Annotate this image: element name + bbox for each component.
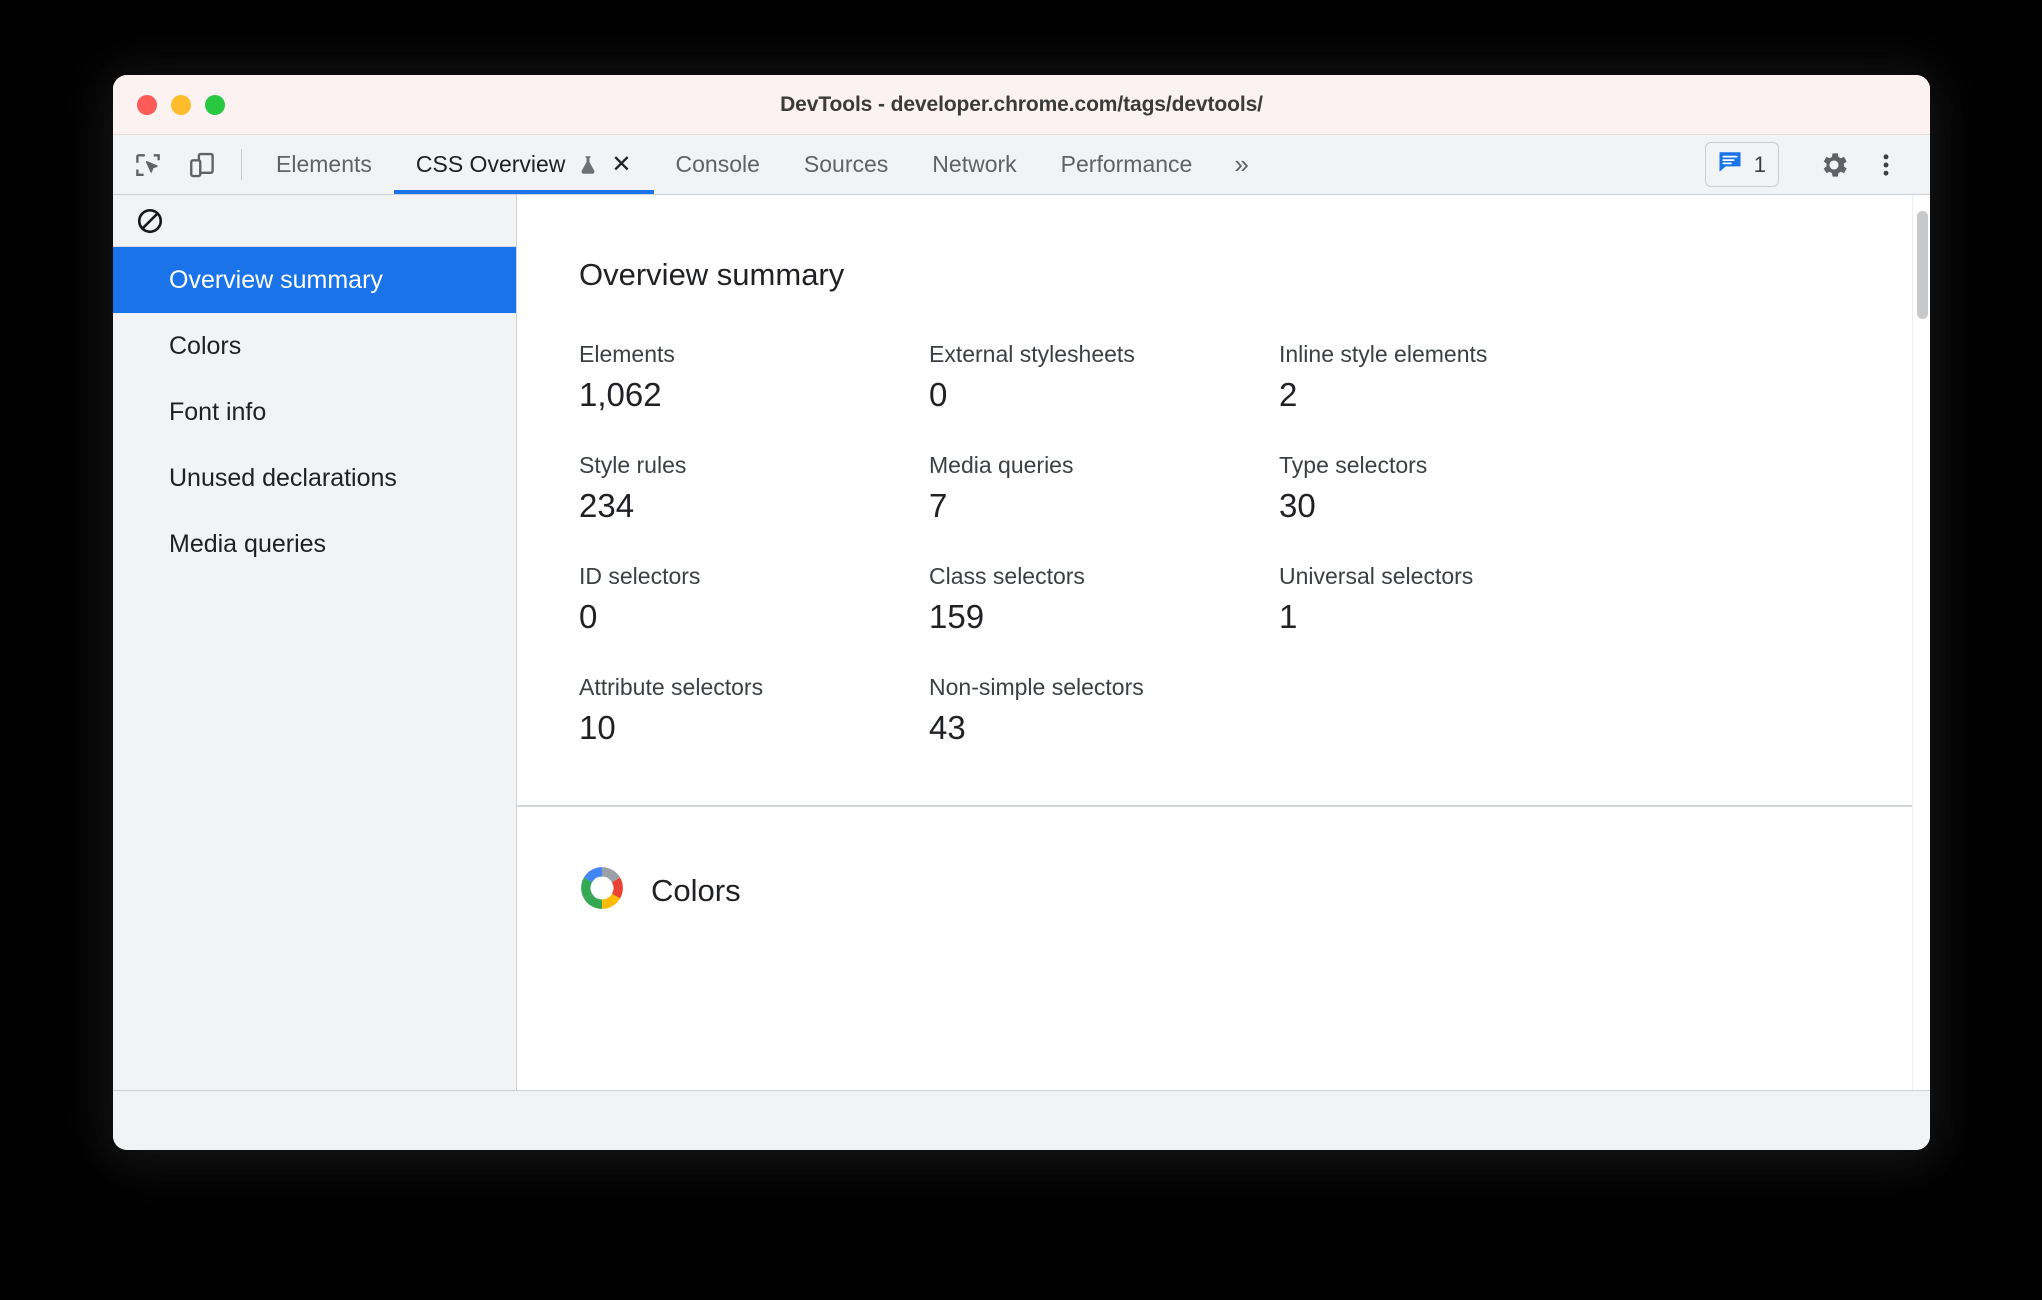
metric-label: Attribute selectors: [579, 674, 764, 700]
metric-value: 0: [579, 598, 598, 635]
colors-section[interactable]: Colors: [517, 807, 1930, 916]
metric-label: Media queries: [929, 452, 1074, 478]
css-overview-content: Overview summary Elements 1,062 External…: [517, 195, 1930, 1090]
sidebar-toolbar: [113, 195, 516, 247]
panel-body: Overview summary Colors Font info Unused…: [113, 195, 1930, 1090]
metric-spacer: [1279, 674, 1629, 747]
tab-label: Console: [675, 151, 760, 177]
devtools-window: DevTools - developer.chrome.com/tags/dev…: [113, 75, 1930, 1150]
metric-label: Universal selectors: [1279, 563, 1474, 589]
metric-value: 1: [1279, 598, 1298, 635]
sidebar-item-colors[interactable]: Colors: [113, 313, 516, 379]
metric-label: Elements: [579, 341, 675, 367]
metric-class-selectors: Class selectors 159: [929, 563, 1279, 636]
device-toolbar-icon[interactable]: [175, 135, 229, 194]
metric-non-simple-selectors: Non-simple selectors 43: [929, 674, 1279, 747]
more-vertical-icon[interactable]: [1860, 139, 1912, 191]
metric-inline-style-elements: Inline style elements 2: [1279, 341, 1629, 414]
metric-external-stylesheets: External stylesheets 0: [929, 341, 1279, 414]
metric-value: 2: [1279, 376, 1298, 413]
tab-label: CSS Overview: [415, 151, 566, 177]
sidebar-item-overview-summary[interactable]: Overview summary: [113, 247, 516, 313]
metric-style-rules: Style rules 234: [579, 452, 929, 525]
devtools-toolbar: Elements CSS Overview ✕ Console Sources …: [113, 135, 1930, 195]
sidebar-item-label: Unused declarations: [169, 463, 397, 492]
metrics-grid: Elements 1,062 External stylesheets 0 In…: [579, 341, 1679, 747]
metric-id-selectors: ID selectors 0: [579, 563, 929, 636]
sidebar-item-label: Font info: [169, 397, 267, 426]
metric-value: 43: [929, 709, 966, 746]
tab-label: Sources: [803, 151, 889, 177]
metric-type-selectors: Type selectors 30: [1279, 452, 1629, 525]
metric-label: External stylesheets: [929, 341, 1135, 367]
content-scroll-area: Overview summary Elements 1,062 External…: [517, 195, 1930, 1090]
no-entry-icon[interactable]: [135, 206, 165, 236]
color-wheel-icon: [579, 865, 625, 916]
metric-value: 159: [929, 598, 985, 635]
tab-label: Elements: [276, 151, 372, 177]
sidebar-item-label: Overview summary: [169, 265, 383, 294]
tab-css-overview[interactable]: CSS Overview ✕: [393, 135, 654, 194]
overview-summary-section: Overview summary Elements 1,062 External…: [517, 195, 1930, 747]
status-bar: [113, 1090, 1930, 1150]
metric-value: 10: [579, 709, 616, 746]
metric-elements: Elements 1,062: [579, 341, 929, 414]
metric-label: Type selectors: [1279, 452, 1428, 478]
sidebar-item-label: Colors: [169, 331, 242, 360]
tab-sources[interactable]: Sources: [782, 135, 910, 194]
toolbar-right-icons: 1: [1704, 135, 1930, 194]
tab-label: Network: [932, 151, 1017, 177]
metric-label: Style rules: [579, 452, 687, 478]
tab-console[interactable]: Console: [654, 135, 782, 194]
metric-label: Non-simple selectors: [929, 674, 1144, 700]
tab-performance[interactable]: Performance: [1039, 135, 1215, 194]
metric-attribute-selectors: Attribute selectors 10: [579, 674, 929, 747]
more-tabs-icon[interactable]: »: [1214, 135, 1268, 194]
metric-value: 7: [929, 487, 948, 524]
messages-badge[interactable]: 1: [1704, 142, 1779, 187]
css-overview-sidebar: Overview summary Colors Font info Unused…: [113, 195, 517, 1090]
sidebar-item-unused-declarations[interactable]: Unused declarations: [113, 445, 516, 511]
tab-label: Performance: [1060, 151, 1193, 177]
inspect-element-icon[interactable]: [121, 135, 175, 194]
tab-elements[interactable]: Elements: [254, 135, 394, 194]
tab-network[interactable]: Network: [910, 135, 1038, 194]
close-icon[interactable]: ✕: [611, 152, 631, 177]
metric-value: 234: [579, 487, 635, 524]
title-bar: DevTools - developer.chrome.com/tags/dev…: [113, 75, 1930, 135]
scrollbar-thumb[interactable]: [1917, 211, 1928, 319]
metric-value: 1,062: [579, 376, 662, 413]
message-icon: [1716, 148, 1744, 181]
metric-value: 0: [929, 376, 948, 413]
messages-count: 1: [1753, 151, 1766, 177]
page-title: Overview summary: [579, 257, 845, 292]
window-title: DevTools - developer.chrome.com/tags/dev…: [780, 92, 1263, 116]
colors-section-title: Colors: [651, 872, 741, 908]
toolbar-divider: [241, 149, 242, 180]
metric-label: Inline style elements: [1279, 341, 1488, 367]
toolbar-left-icons: [113, 135, 254, 194]
metric-label: ID selectors: [579, 563, 701, 589]
sidebar-item-label: Media queries: [169, 529, 327, 558]
metric-media-queries: Media queries 7: [929, 452, 1279, 525]
sidebar-item-font-info[interactable]: Font info: [113, 379, 516, 445]
metric-label: Class selectors: [929, 563, 1085, 589]
gear-icon[interactable]: [1808, 139, 1860, 191]
metric-universal-selectors: Universal selectors 1: [1279, 563, 1629, 636]
sidebar-item-media-queries[interactable]: Media queries: [113, 511, 516, 577]
experiment-flask-icon: [577, 152, 599, 178]
tab-strip: Elements CSS Overview ✕ Console Sources …: [254, 135, 1214, 194]
metric-value: 30: [1279, 487, 1316, 524]
vertical-scrollbar[interactable]: [1912, 195, 1930, 1090]
